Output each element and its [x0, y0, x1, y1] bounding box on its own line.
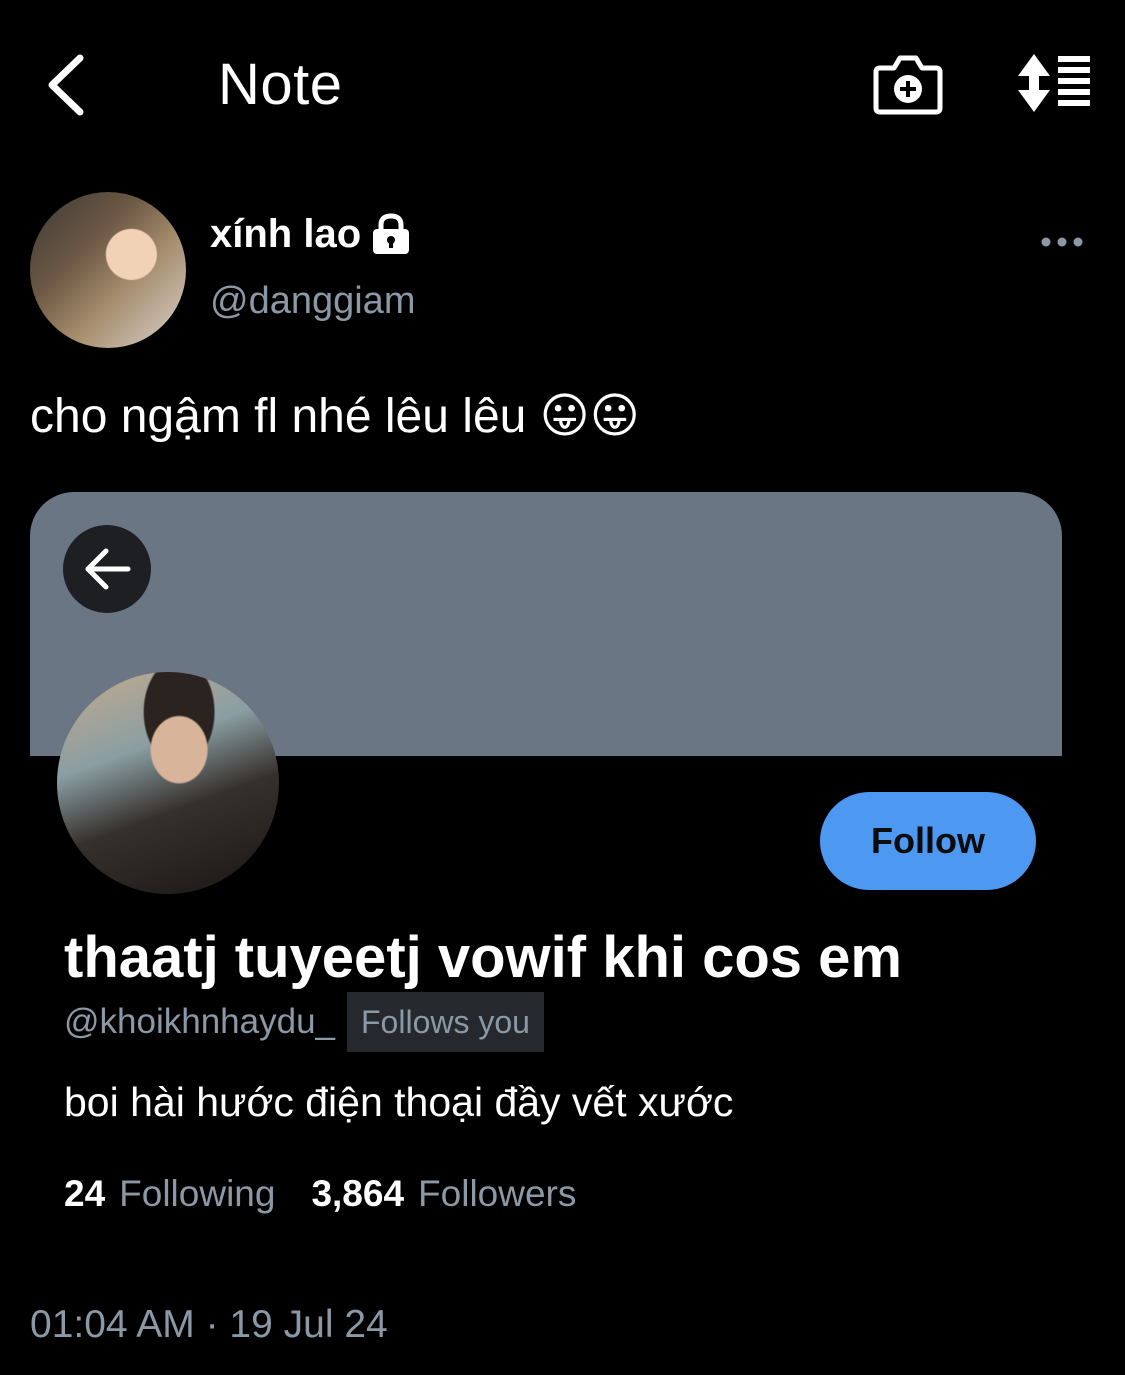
followers-label: Followers: [418, 1173, 577, 1214]
camera-plus-icon: [873, 55, 943, 115]
ellipsis-icon: [1041, 237, 1083, 247]
follow-button[interactable]: Follow: [820, 792, 1036, 890]
card-back-button[interactable]: [63, 525, 151, 613]
profile-stats: 24 Following 3,864 Followers: [64, 1168, 576, 1220]
profile-avatar[interactable]: [57, 672, 279, 894]
follows-you-badge: Follows you: [347, 992, 544, 1052]
following-label: Following: [119, 1173, 276, 1214]
following-stat[interactable]: 24 Following: [64, 1168, 275, 1220]
profile-handle-row: @khoikhnhaydu_ Follows you: [64, 992, 544, 1052]
sort-list-icon: [1018, 54, 1090, 112]
lock-icon: [373, 213, 410, 254]
page-title: Note: [218, 52, 343, 117]
author-handle[interactable]: @danggiam: [210, 278, 415, 324]
sort-button[interactable]: [1012, 52, 1094, 114]
profile-name: thaatj tuyeetj vowif khi cos em: [64, 925, 902, 990]
note-text: cho ngậm fl nhé lêu lêu 😛😛: [30, 390, 640, 443]
profile-card[interactable]: Follow thaatj tuyeetj vowif khi cos em @…: [30, 492, 1062, 1292]
author-name-row[interactable]: xính lao: [210, 210, 413, 258]
followers-count: 3,864: [311, 1173, 405, 1214]
profile-handle: @khoikhnhaydu_: [64, 1002, 335, 1041]
followers-stat[interactable]: 3,864 Followers: [311, 1168, 576, 1220]
arrow-left-icon: [85, 548, 131, 590]
profile-bio: boi hài hước điện thoại đầy vết xước: [64, 1079, 734, 1125]
chevron-left-icon: [48, 54, 84, 116]
author-name: xính lao: [210, 212, 362, 256]
following-count: 24: [64, 1173, 106, 1214]
camera-button[interactable]: [872, 50, 944, 116]
author-avatar[interactable]: [30, 192, 186, 348]
timestamp: 01:04 AM · 19 Jul 24: [30, 1303, 388, 1346]
back-button[interactable]: [40, 50, 100, 120]
more-options-button[interactable]: [1040, 228, 1084, 256]
